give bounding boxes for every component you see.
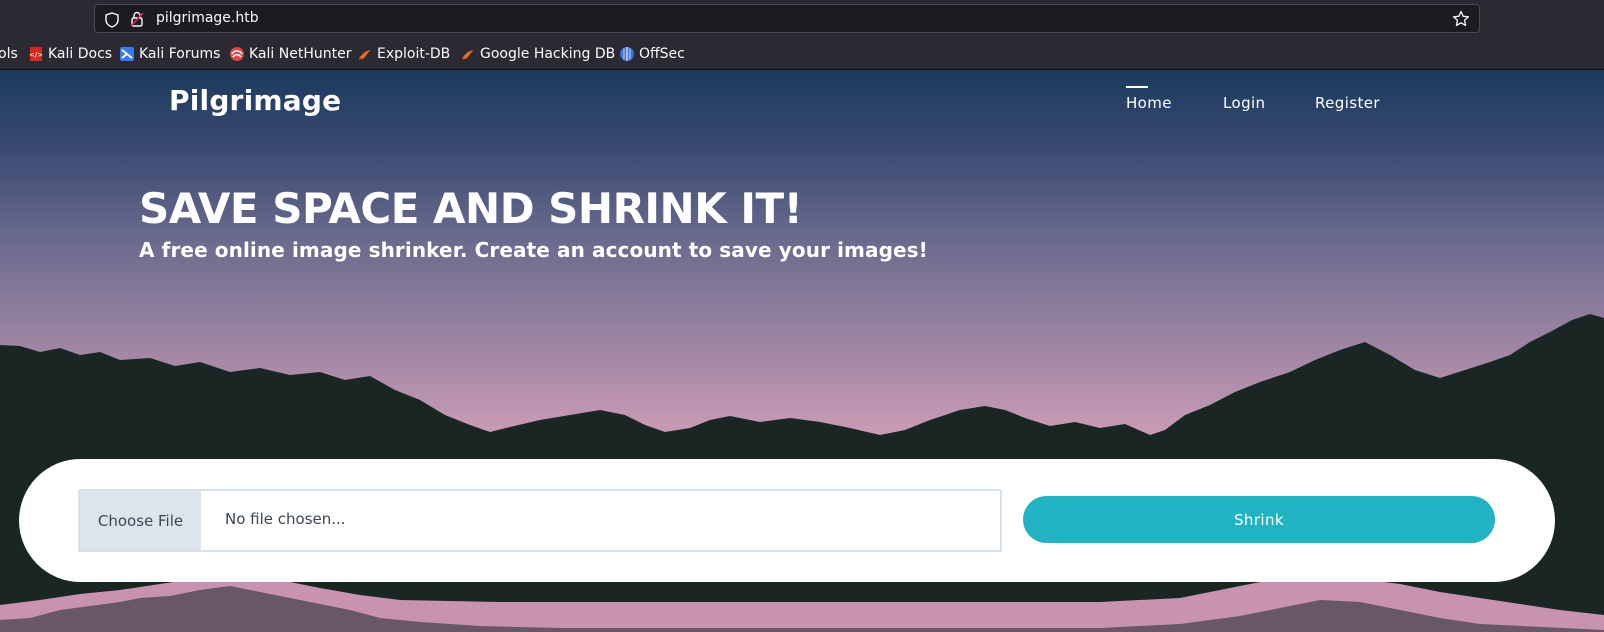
offsec-icon: [620, 47, 634, 61]
bookmark-kali-docs[interactable]: </> Kali Docs: [28, 45, 112, 63]
exploit-db-icon: [359, 50, 371, 60]
bookmark-label: Google Hacking DB: [480, 46, 616, 62]
url-text[interactable]: pilgrimage.htb: [156, 10, 259, 26]
bookmark-kali-nethunter[interactable]: Kali NetHunter: [229, 45, 351, 63]
choose-file-button[interactable]: Choose File: [80, 491, 201, 550]
bookmark-label: ols: [0, 46, 18, 62]
nav-login[interactable]: Login: [1223, 94, 1265, 112]
shrink-button[interactable]: Shrink: [1023, 496, 1495, 543]
kali-docs-icon: </>: [29, 47, 43, 61]
browser-toolbar: pilgrimage.htb: [0, 0, 1604, 37]
bookmark-label: OffSec: [639, 46, 685, 62]
kali-forums-icon: [120, 47, 134, 61]
page-body: Pilgrimage Home Login Register SAVE SPAC…: [0, 70, 1604, 632]
hero-title: SAVE SPACE AND SHRINK IT!: [139, 184, 803, 233]
bookmark-google-hacking-db[interactable]: Google Hacking DB: [460, 45, 615, 63]
svg-text:</>: </>: [29, 51, 43, 59]
bookmark-label: Kali NetHunter: [249, 46, 352, 62]
bookmark-label: Kali Forums: [139, 46, 221, 62]
bookmark-kali-tools[interactable]: ols: [0, 45, 18, 63]
bookmarks-toolbar: ols </> Kali Docs Kali Forums Kali NetHu…: [0, 37, 1604, 70]
nav-register[interactable]: Register: [1315, 94, 1380, 112]
google-hacking-db-icon: [462, 50, 474, 60]
bookmark-kali-forums[interactable]: Kali Forums: [119, 45, 220, 63]
bookmark-offsec[interactable]: OffSec: [619, 45, 685, 63]
file-name-text: No file chosen...: [225, 510, 346, 528]
site-logo[interactable]: Pilgrimage: [169, 84, 341, 117]
shield-icon[interactable]: [105, 12, 119, 28]
bookmark-label: Kali Docs: [48, 46, 113, 62]
bookmark-exploit-db[interactable]: Exploit-DB: [357, 45, 450, 63]
kali-nethunter-icon: [230, 47, 244, 61]
address-bar[interactable]: pilgrimage.htb: [94, 4, 1480, 33]
nav-home[interactable]: Home: [1126, 94, 1172, 112]
file-input[interactable]: Choose File No file chosen...: [78, 489, 1002, 552]
bookmark-star-icon[interactable]: [1452, 10, 1470, 28]
bookmark-label: Exploit-DB: [377, 46, 451, 62]
upload-form: Choose File No file chosen... Shrink: [19, 459, 1555, 582]
hero-subtitle: A free online image shrinker. Create an …: [139, 238, 928, 262]
lock-insecure-icon[interactable]: [130, 11, 144, 27]
nav-active-indicator: [1126, 86, 1148, 88]
